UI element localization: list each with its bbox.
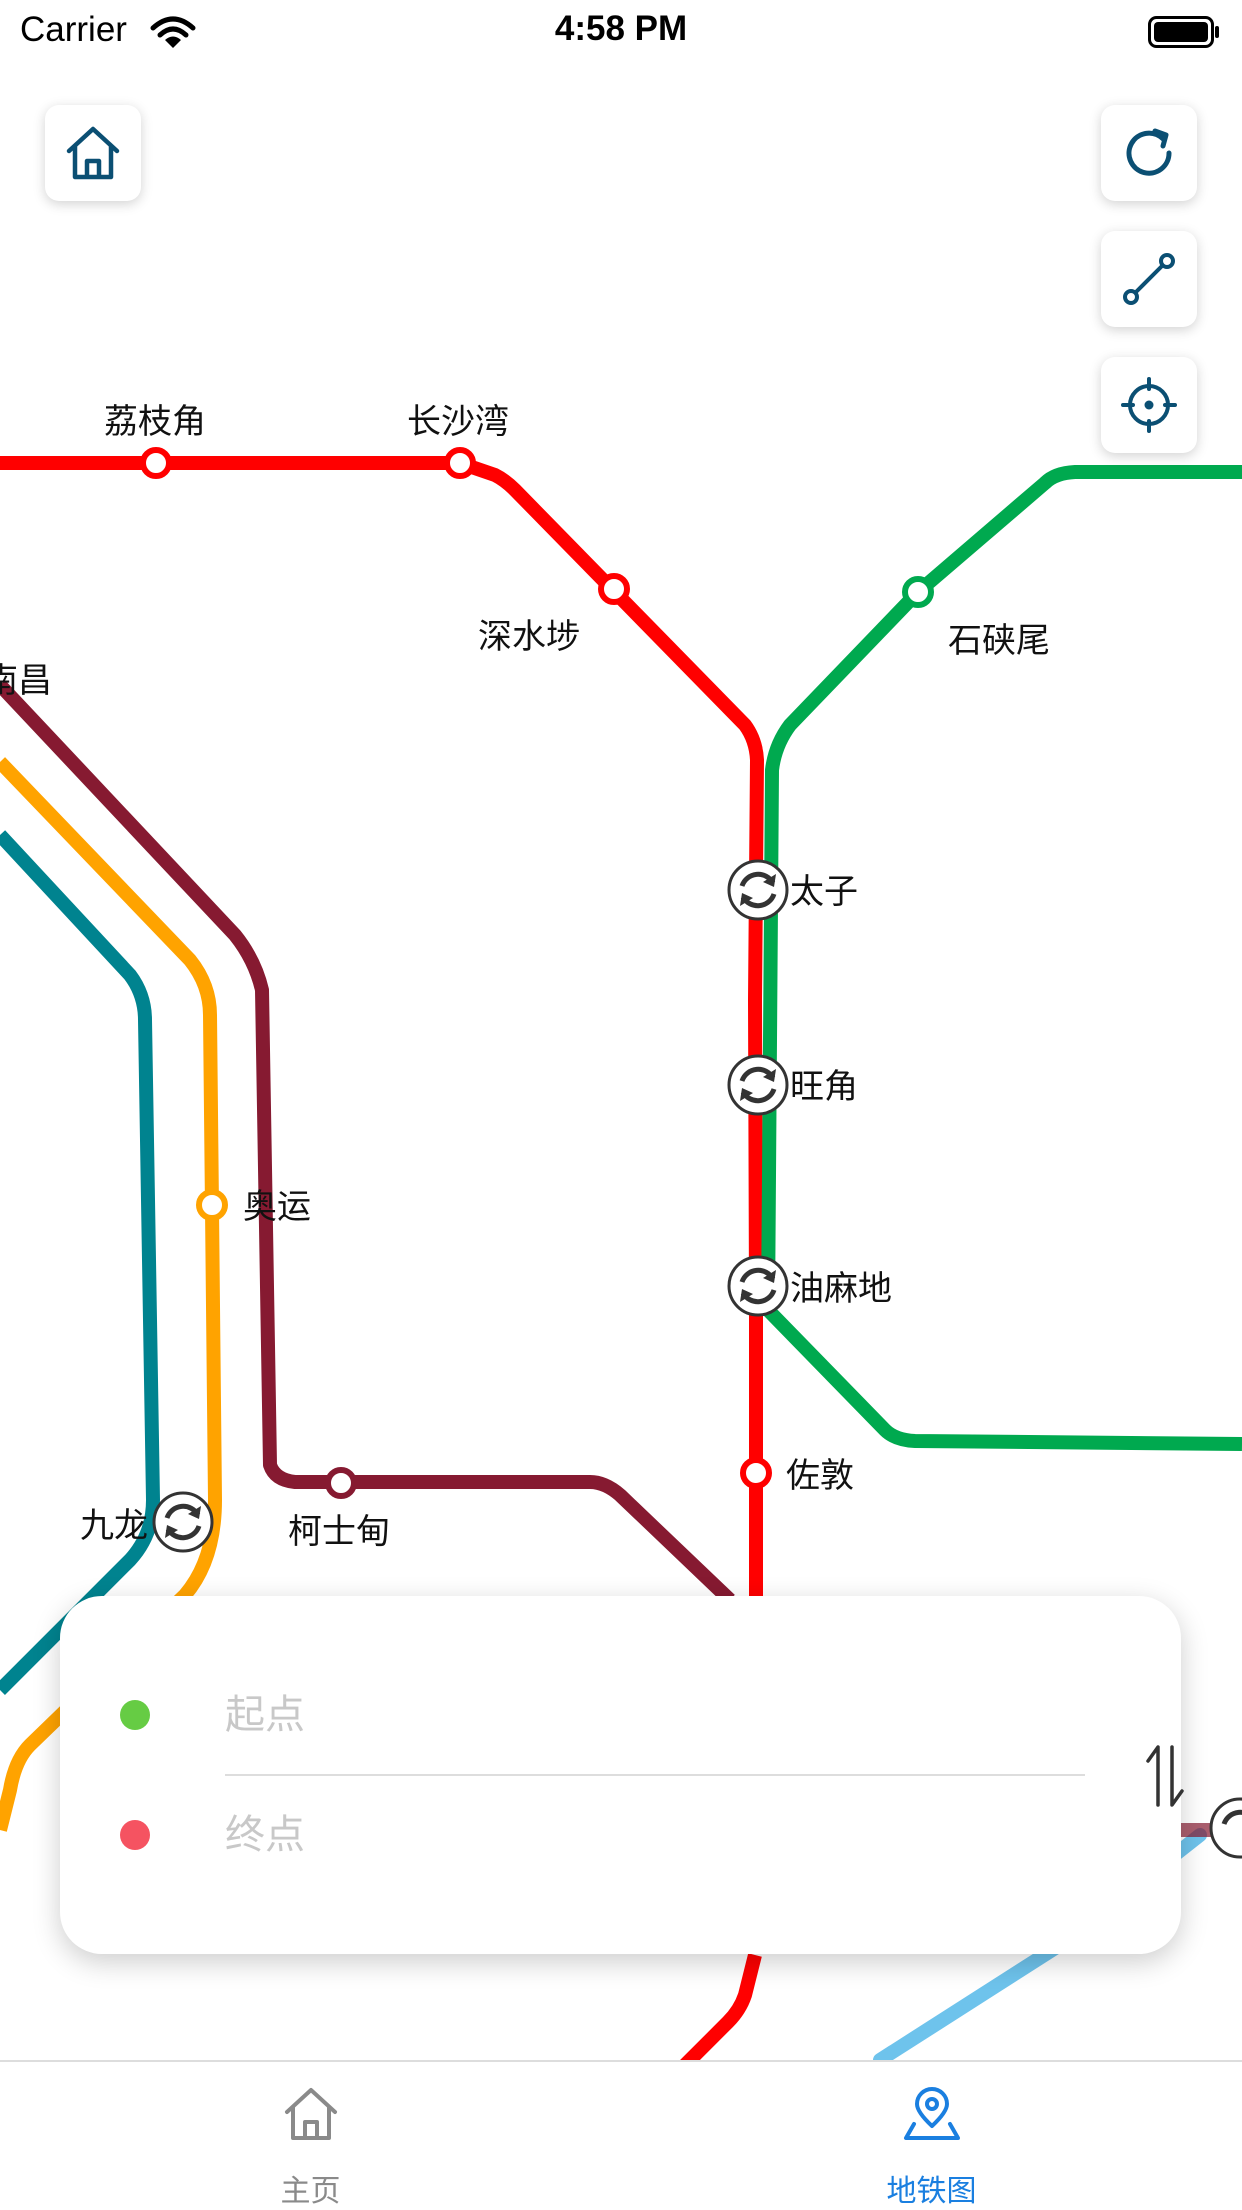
station-marker[interactable] (902, 576, 934, 608)
tab-home[interactable]: 主页 (0, 2062, 621, 2210)
station-label-cheung-sha-wan[interactable]: 长沙湾 (407, 402, 509, 442)
house-icon (284, 2088, 337, 2140)
station-label-nam-cheong[interactable]: 南昌 (0, 661, 52, 701)
interchange-icon[interactable] (727, 1054, 789, 1116)
teal-line (0, 830, 160, 1695)
refresh-icon (1126, 128, 1172, 176)
station-marker[interactable] (140, 447, 172, 479)
interchange-icon[interactable] (152, 1491, 214, 1553)
start-dot (120, 1700, 150, 1730)
locate-button[interactable] (1101, 357, 1197, 453)
home-button[interactable] (45, 105, 141, 201)
station-label-jordan[interactable]: 佐敦 (786, 1456, 854, 1496)
end-dot (120, 1820, 150, 1850)
interchange-icon[interactable] (1209, 1797, 1242, 1859)
station-marker[interactable] (444, 447, 476, 479)
tab-home-label: 主页 (280, 2174, 341, 2209)
divider (225, 1774, 1085, 1776)
station-marker[interactable] (598, 573, 630, 605)
house-icon (66, 126, 120, 180)
maroon-line (0, 680, 735, 1606)
station-label-yau-ma-tei[interactable]: 油麻地 (790, 1269, 892, 1309)
tab-metro-map[interactable]: 地铁图 (621, 2062, 1242, 2210)
interchange-icon[interactable] (727, 1255, 789, 1317)
red-line (0, 456, 764, 1600)
route-icon (1123, 253, 1175, 305)
station-label-prince-edward[interactable]: 太子 (790, 872, 858, 912)
start-input[interactable]: 起点 (225, 1675, 1085, 1755)
route-button[interactable] (1101, 231, 1197, 327)
end-input[interactable]: 终点 (225, 1795, 1085, 1875)
station-label-sham-shui-po[interactable]: 深水埗 (478, 617, 580, 657)
swap-button[interactable] (1130, 1736, 1200, 1816)
station-label-shek-kip-mei[interactable]: 石硖尾 (948, 621, 1050, 661)
refresh-button[interactable] (1101, 105, 1197, 201)
station-marker[interactable] (196, 1189, 228, 1221)
station-label-mong-kok[interactable]: 旺角 (790, 1067, 858, 1107)
station-label-olympic[interactable]: 奥运 (243, 1187, 311, 1227)
crosshair-icon (1121, 377, 1177, 433)
clock: 4:58 PM (554, 9, 688, 48)
tab-bar: 主页 地铁图 (0, 2060, 1242, 2210)
status-bar: Carrier 4:58 PM (0, 0, 1242, 62)
station-marker[interactable] (740, 1457, 772, 1489)
swap-vertical-icon (1146, 1745, 1184, 1807)
tab-metro-map-label: 地铁图 (886, 2174, 977, 2209)
map-pin-icon (903, 2087, 960, 2140)
station-marker[interactable] (325, 1467, 357, 1499)
interchange-icon[interactable] (727, 859, 789, 921)
station-label-austin[interactable]: 柯士甸 (288, 1512, 390, 1552)
route-search-card: 起点 终点 (60, 1596, 1184, 1954)
battery-icon (1148, 16, 1219, 48)
station-label-kowloon[interactable]: 九龙 (80, 1506, 148, 1546)
station-label-lai-chi-kok[interactable]: 荔枝角 (104, 402, 206, 442)
